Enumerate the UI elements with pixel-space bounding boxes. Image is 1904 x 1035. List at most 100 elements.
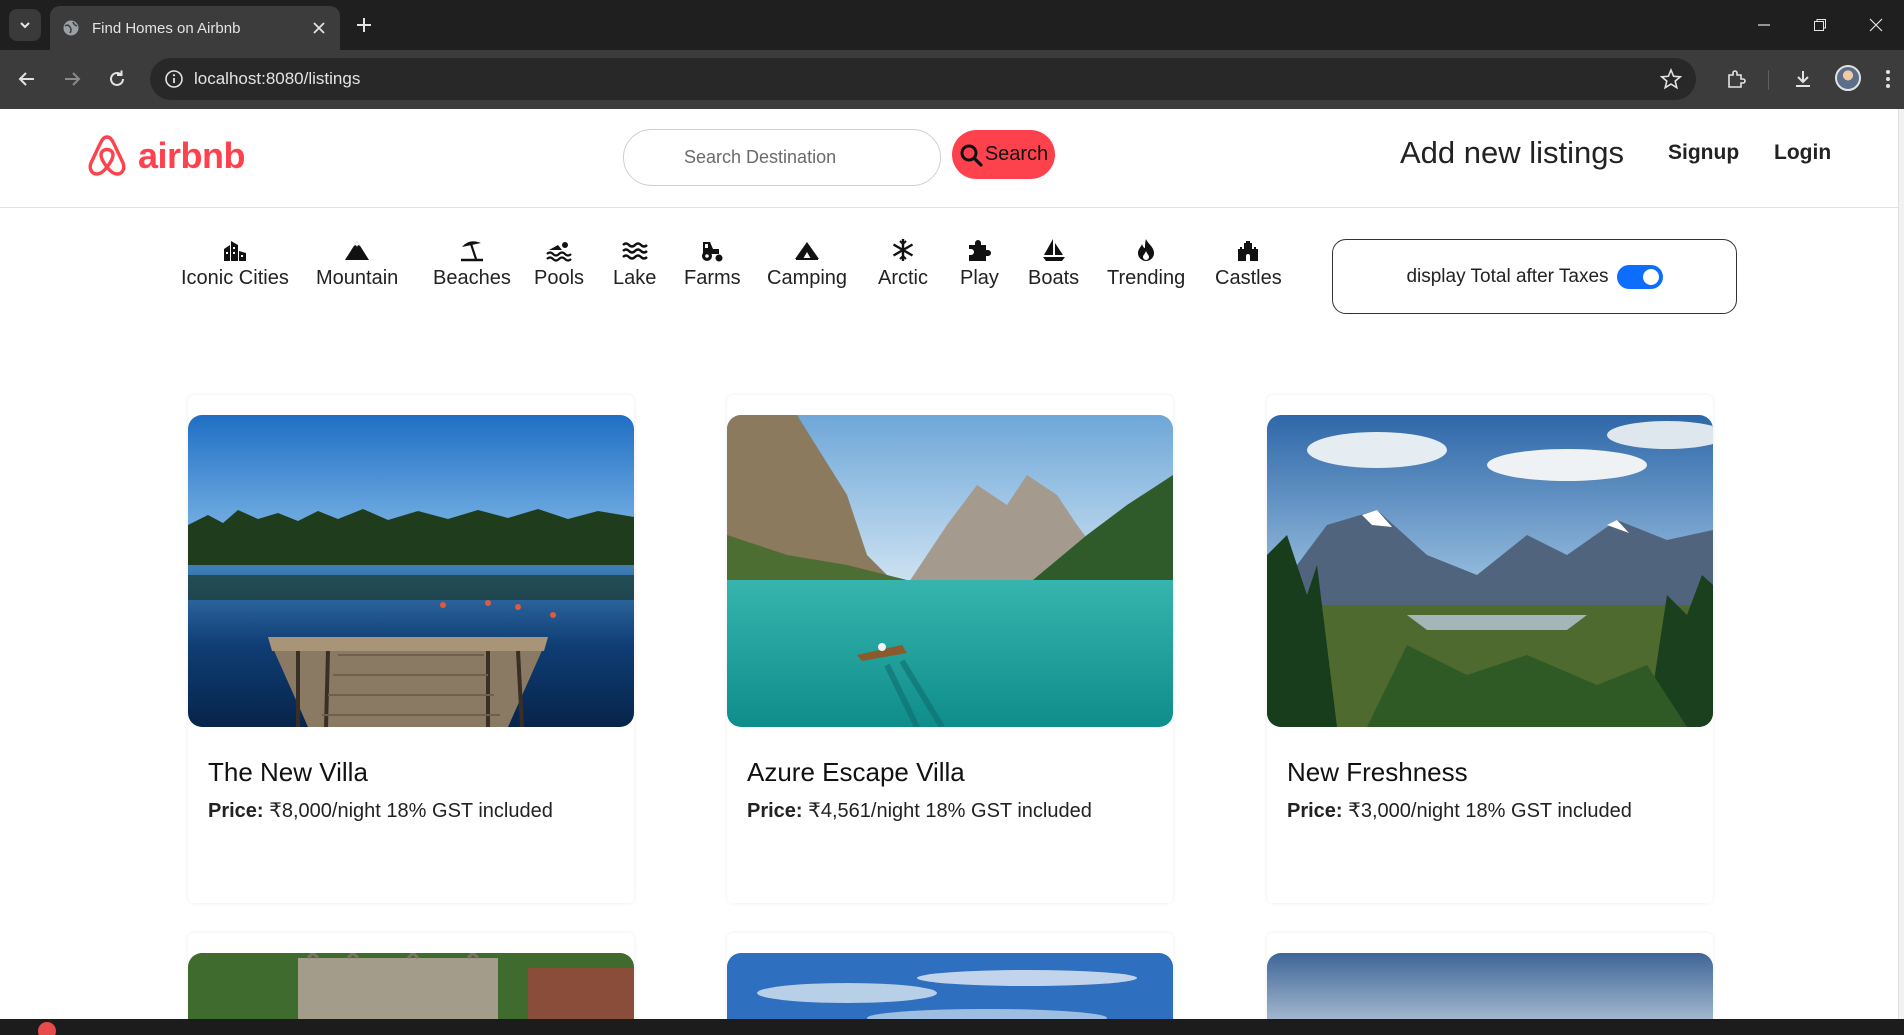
mountain-lake-image [727, 415, 1173, 727]
listing-card[interactable]: The New Villa Price: ₹8,000/night 18% GS… [188, 395, 634, 903]
filter-play[interactable]: Play [960, 237, 999, 290]
reload-button[interactable] [103, 65, 131, 93]
snowflake-icon [892, 239, 914, 261]
filter-lake[interactable]: Lake [613, 237, 656, 290]
brand-link[interactable]: airbnb [86, 133, 246, 179]
sky-clouds-image [727, 953, 1173, 1019]
filter-pools[interactable]: Pools [534, 237, 584, 290]
dusk-sky-image [1267, 953, 1713, 1019]
listing-price: Price: ₹4,561/night 18% GST included [747, 798, 1092, 823]
globe-icon [63, 20, 79, 36]
filter-arctic[interactable]: Arctic [878, 237, 928, 290]
brand-name: airbnb [138, 135, 246, 176]
mountain-icon [345, 241, 370, 260]
login-link[interactable]: Login [1774, 141, 1831, 165]
restore-button[interactable] [1792, 0, 1848, 50]
tab-title: Find Homes on Airbnb [92, 19, 241, 37]
filter-label: Beaches [433, 267, 511, 289]
price-label: Price: [1287, 800, 1343, 822]
add-new-listing-link[interactable]: Add new listings [1400, 135, 1624, 171]
browser-tabstrip: Find Homes on Airbnb [0, 0, 1904, 50]
filter-label: Boats [1028, 267, 1080, 289]
filter-label: Pools [534, 267, 585, 289]
tractor-icon [702, 242, 723, 262]
minimize-button[interactable] [1736, 0, 1792, 50]
tax-note: 18% GST included [1465, 800, 1632, 822]
sailboat-icon [1042, 239, 1065, 261]
filter-camping[interactable]: Camping [767, 237, 847, 290]
filter-label: Lake [613, 267, 657, 289]
filter-label: Castles [1215, 267, 1282, 289]
restore-icon [1814, 19, 1826, 31]
browser-tab[interactable]: Find Homes on Airbnb [50, 6, 340, 50]
taskbar-app-icon[interactable] [38, 1022, 56, 1035]
listing-image[interactable] [727, 953, 1173, 1019]
listing-image[interactable] [188, 415, 634, 727]
listing-title: The New Villa [208, 757, 368, 787]
puzzle-icon [1728, 70, 1746, 88]
filter-label: Arctic [878, 267, 928, 289]
url-text: localhost:8080/listings [194, 69, 361, 88]
price-label: Price: [208, 800, 264, 822]
campground-icon [795, 242, 820, 260]
filter-trending[interactable]: Trending [1107, 237, 1185, 290]
filter-label: Iconic Cities [181, 267, 289, 289]
tab-search-button[interactable] [9, 9, 41, 41]
listing-card[interactable]: Azure Escape Villa Price: ₹4,561/night 1… [727, 395, 1173, 903]
address-bar[interactable]: localhost:8080/listings [150, 58, 1696, 100]
new-tab-icon[interactable] [352, 13, 376, 37]
close-icon[interactable] [310, 19, 328, 37]
filter-boats[interactable]: Boats [1028, 237, 1079, 290]
airbnb-logo-icon [88, 135, 126, 176]
filter-label: Play [960, 267, 999, 289]
search-destination-input[interactable] [623, 129, 941, 186]
filter-beaches[interactable]: Beaches [433, 237, 511, 290]
tax-toggle-switch[interactable] [1616, 264, 1663, 289]
listing-image[interactable] [1267, 415, 1713, 727]
listing-image[interactable] [1267, 953, 1713, 1019]
search-button[interactable]: Search [952, 130, 1055, 179]
listing-card[interactable] [727, 933, 1173, 1019]
back-button[interactable] [13, 65, 41, 93]
browser-menu-button[interactable] [1880, 66, 1896, 92]
chevron-down-icon [20, 22, 30, 29]
extensions-button[interactable] [1723, 66, 1749, 92]
umbrella-beach-icon [460, 241, 483, 262]
page-scrollbar[interactable] [1898, 109, 1904, 1019]
reload-icon [110, 70, 124, 86]
filter-farms[interactable]: Farms [684, 237, 741, 290]
filter-label: Farms [684, 267, 741, 289]
castle-icon [1238, 241, 1259, 261]
tax-toggle-container: display Total after Taxes [1332, 239, 1737, 314]
info-icon[interactable] [164, 69, 184, 89]
price-value: ₹4,561/night [808, 800, 920, 822]
listing-title: Azure Escape Villa [747, 757, 965, 787]
listing-card[interactable]: New Freshness Price: ₹3,000/night 18% GS… [1267, 395, 1713, 903]
profile-avatar[interactable] [1835, 65, 1861, 91]
city-icon [223, 241, 246, 261]
minimize-icon [1758, 24, 1770, 26]
window-controls [1736, 0, 1904, 50]
filter-castles[interactable]: Castles [1215, 237, 1282, 290]
arrow-right-icon [65, 72, 81, 86]
puzzle-icon [969, 240, 992, 261]
forward-button[interactable] [58, 65, 86, 93]
listing-card[interactable] [188, 933, 634, 1019]
tax-toggle-label: display Total after Taxes [1406, 265, 1609, 287]
filter-mountain[interactable]: Mountain [316, 237, 398, 290]
search-button-label: Search [984, 143, 1049, 165]
listing-image[interactable] [727, 415, 1173, 727]
price-label: Price: [747, 800, 803, 822]
filter-iconic-cities[interactable]: Iconic Cities [181, 237, 289, 290]
swimmer-icon [546, 242, 572, 262]
castle-image [188, 953, 634, 1019]
listing-card[interactable] [1267, 933, 1713, 1019]
signup-link[interactable]: Signup [1668, 141, 1739, 165]
close-window-button[interactable] [1848, 0, 1904, 50]
listing-image[interactable] [188, 953, 634, 1019]
price-value: ₹3,000/night [1348, 800, 1460, 822]
mountain-valley-image [1267, 415, 1713, 727]
listing-price: Price: ₹3,000/night 18% GST included [1287, 798, 1632, 823]
downloads-button[interactable] [1790, 66, 1816, 92]
star-icon[interactable] [1660, 68, 1682, 90]
